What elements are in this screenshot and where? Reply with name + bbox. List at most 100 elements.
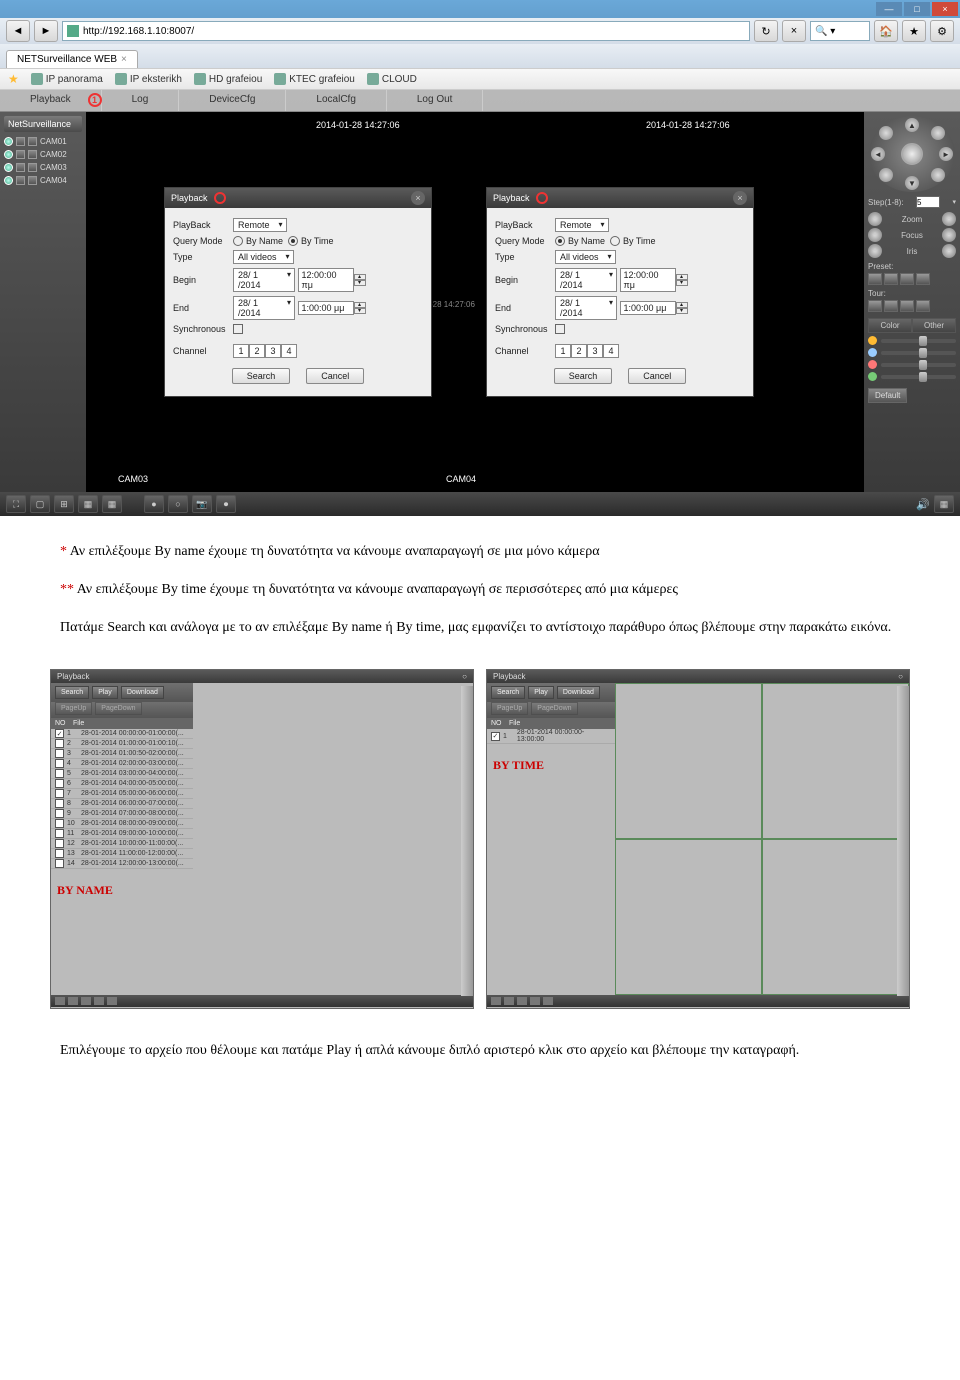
file-row[interactable]: 228-01-2014 01:00:00-01:00:10(... (51, 739, 193, 749)
tab-close-icon[interactable]: × (121, 54, 127, 65)
file-row[interactable]: 128-01-2014 00:00:00-13:00:00 (487, 729, 615, 744)
search-button[interactable]: Search (232, 368, 291, 384)
camera-row[interactable]: CAM03 (4, 161, 82, 174)
ptz-upright-button[interactable] (931, 126, 945, 140)
play-control[interactable] (55, 997, 65, 1005)
favorites-star-icon[interactable]: ★ (8, 72, 19, 86)
play-icon[interactable] (16, 150, 25, 159)
dialog-titlebar[interactable]: Playback × (165, 188, 431, 208)
tour-button[interactable] (916, 300, 930, 312)
nav-back-button[interactable]: ◄ (6, 20, 30, 42)
tour-button[interactable] (868, 300, 882, 312)
color-tab[interactable]: Color (868, 318, 912, 333)
file-row[interactable]: 728-01-2014 05:00:00-06:00:00(... (51, 789, 193, 799)
pagedown-button[interactable]: PageDown (95, 702, 141, 715)
rec-icon[interactable] (28, 137, 37, 146)
channel-button[interactable]: 4 (281, 344, 297, 358)
default-button[interactable]: Default (868, 388, 907, 403)
browser-tab[interactable]: NETSurveillance WEB × (6, 50, 138, 68)
play-control[interactable] (491, 997, 501, 1005)
fav-link[interactable]: HD grafeiou (194, 73, 262, 85)
tools-button[interactable]: ⚙ (930, 20, 954, 42)
file-row[interactable]: 1128-01-2014 09:00:00-10:00:00(... (51, 829, 193, 839)
channel-button[interactable]: 1 (555, 344, 571, 358)
file-row[interactable]: 1328-01-2014 11:00:00-12:00:00(... (51, 849, 193, 859)
fav-link[interactable]: IP panorama (31, 73, 103, 85)
close-icon[interactable]: ○ (898, 672, 903, 681)
fav-button[interactable]: ★ (902, 20, 926, 42)
file-checkbox[interactable] (55, 849, 64, 858)
zoom-out-button[interactable]: − (942, 212, 956, 226)
time-spinner[interactable]: ▴▾ (354, 302, 366, 314)
ptz-right-button[interactable]: ► (939, 147, 953, 161)
ptz-downleft-button[interactable] (879, 168, 893, 182)
file-row[interactable]: 928-01-2014 07:00:00-08:00:00(... (51, 809, 193, 819)
window-minimize-button[interactable]: — (876, 2, 902, 16)
play-icon[interactable] (16, 137, 25, 146)
video-cell[interactable] (762, 683, 909, 839)
window-maximize-button[interactable]: □ (904, 2, 930, 16)
snapshot-button[interactable]: 📷 (192, 495, 212, 513)
end-time-input[interactable]: 1:00:00 μμ (298, 301, 354, 315)
file-checkbox[interactable] (55, 739, 64, 748)
saturation-slider[interactable] (881, 363, 956, 367)
layout-16-button[interactable]: ▦ (102, 495, 122, 513)
play-icon[interactable] (16, 176, 25, 185)
channel-button[interactable]: 4 (603, 344, 619, 358)
channel-button[interactable]: 2 (571, 344, 587, 358)
extra-button[interactable]: ▦ (934, 495, 954, 513)
begin-date-input[interactable]: 28/ 1 /2014 (555, 268, 617, 292)
file-row[interactable]: 1228-01-2014 10:00:00-11:00:00(... (51, 839, 193, 849)
layout-9-button[interactable]: ▦ (78, 495, 98, 513)
channel-button[interactable]: 1 (233, 344, 249, 358)
preset-button[interactable] (868, 273, 882, 285)
cancel-button[interactable]: Cancel (306, 368, 364, 384)
window-close-button[interactable]: × (932, 2, 958, 16)
address-bar[interactable]: http://192.168.1.10:8007/ (62, 21, 750, 41)
pause-control[interactable] (68, 997, 78, 1005)
file-row[interactable]: 328-01-2014 01:00:50-02:00:00(... (51, 749, 193, 759)
slow-control[interactable] (530, 997, 540, 1005)
file-checkbox[interactable] (55, 859, 64, 868)
volume-icon[interactable]: 🔊 (916, 498, 930, 511)
preset-button[interactable] (884, 273, 898, 285)
channel-button[interactable]: 3 (265, 344, 281, 358)
file-row[interactable]: 428-01-2014 02:00:00-03:00:00(... (51, 759, 193, 769)
menu-devicecfg[interactable]: DeviceCfg (179, 90, 286, 111)
iris-in-button[interactable]: + (868, 244, 882, 258)
end-date-input[interactable]: 28/ 1 /2014 (233, 296, 295, 320)
search-button[interactable]: Search (55, 686, 89, 699)
iris-out-button[interactable]: − (942, 244, 956, 258)
dialog-close-icon[interactable]: × (411, 191, 425, 205)
search-button[interactable]: Search (491, 686, 525, 699)
video-cell[interactable] (615, 839, 762, 995)
play-icon[interactable] (16, 163, 25, 172)
window-titlebar[interactable]: Playback○ (487, 670, 909, 683)
layout-1-button[interactable]: ▢ (30, 495, 50, 513)
file-checkbox[interactable] (55, 769, 64, 778)
home-button[interactable]: 🏠 (874, 20, 898, 42)
playback-select[interactable]: Remote (233, 218, 287, 232)
rec-icon[interactable] (28, 163, 37, 172)
file-checkbox[interactable] (55, 839, 64, 848)
time-spinner[interactable]: ▴▾ (676, 302, 688, 314)
file-checkbox[interactable] (55, 729, 64, 738)
camera-row[interactable]: CAM02 (4, 148, 82, 161)
nav-forward-button[interactable]: ► (34, 20, 58, 42)
window-titlebar[interactable]: Playback○ (51, 670, 473, 683)
rec-icon[interactable] (28, 176, 37, 185)
menu-playback[interactable]: Playback 1 (0, 90, 102, 111)
begin-time-input[interactable]: 12:00:00 πμ (298, 268, 354, 292)
file-row[interactable]: 528-01-2014 03:00:00-04:00:00(... (51, 769, 193, 779)
file-checkbox[interactable] (55, 749, 64, 758)
pageup-button[interactable]: PageUp (491, 702, 528, 715)
channel-button[interactable]: 3 (587, 344, 603, 358)
dialog-titlebar[interactable]: Playback × (487, 188, 753, 208)
search-button[interactable]: Search (554, 368, 613, 384)
sync-checkbox[interactable] (233, 324, 243, 334)
type-select[interactable]: All videos (233, 250, 294, 264)
scrollbar[interactable] (897, 686, 909, 996)
file-checkbox[interactable] (55, 819, 64, 828)
tour-button[interactable] (900, 300, 914, 312)
file-row[interactable]: 128-01-2014 00:00:00-01:00:00(... (51, 729, 193, 739)
